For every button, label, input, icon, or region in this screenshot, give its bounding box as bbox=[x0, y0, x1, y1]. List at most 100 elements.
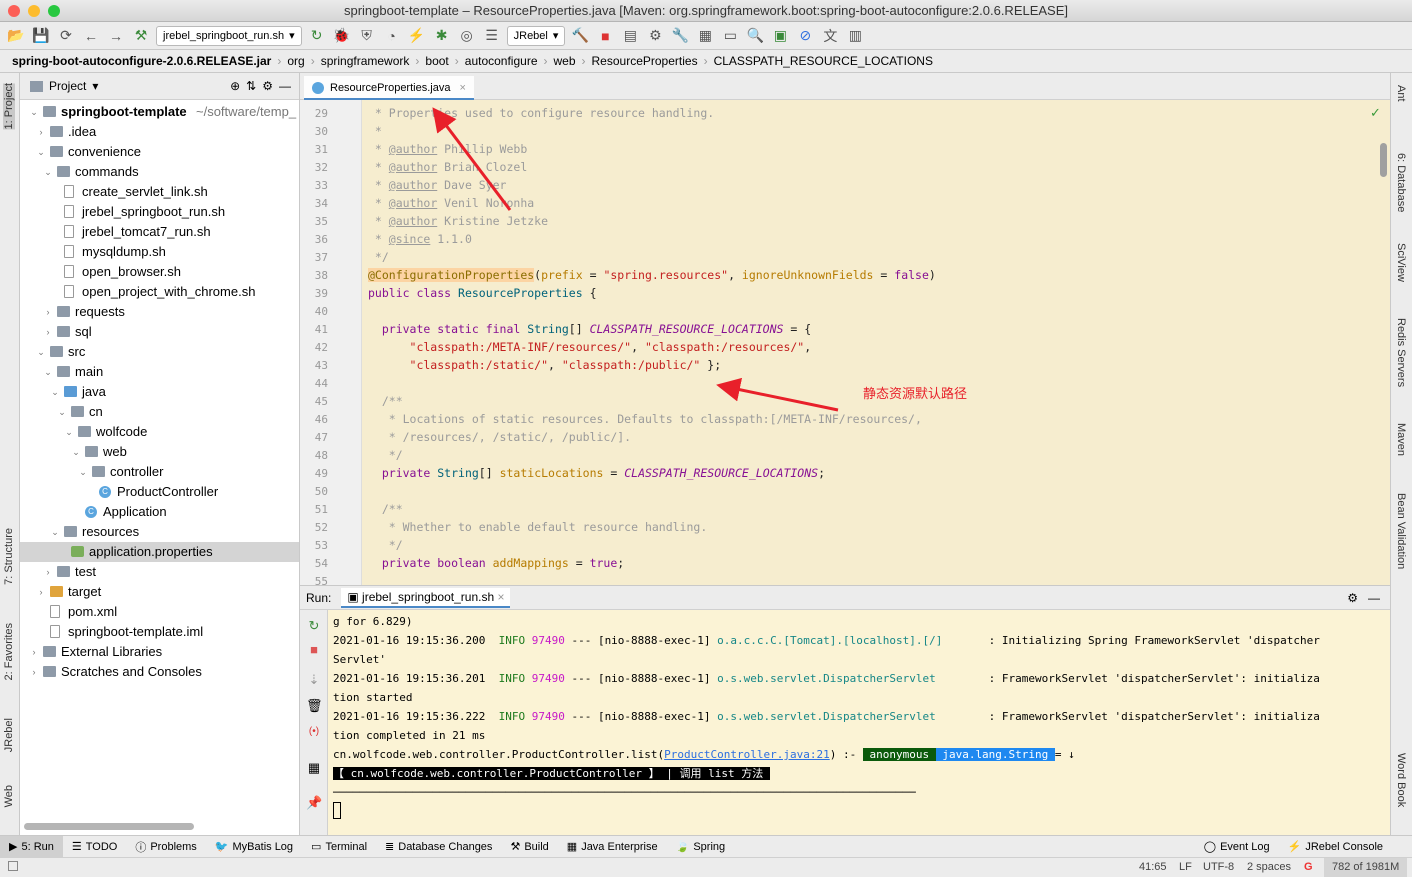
chevron-down-icon[interactable]: ⌄ bbox=[50, 522, 60, 542]
breadcrumb-item[interactable]: ResourceProperties bbox=[592, 54, 698, 68]
build-icon[interactable]: ⚒ bbox=[131, 26, 151, 46]
maven-icon[interactable]: ⚙ bbox=[645, 26, 665, 46]
project-view-select[interactable]: Project bbox=[49, 79, 86, 93]
breadcrumb-item[interactable]: autoconfigure bbox=[465, 54, 538, 68]
chevron-down-icon[interactable]: ▾ bbox=[92, 79, 98, 93]
tree-item[interactable]: open_browser.sh bbox=[20, 262, 299, 282]
tree-item[interactable]: application.properties bbox=[20, 542, 299, 562]
project-structure-icon[interactable]: ▦ bbox=[695, 26, 715, 46]
tool-button[interactable]: ⚡ JRebel Console bbox=[1279, 836, 1392, 858]
tree-item[interactable]: mysqldump.sh bbox=[20, 242, 299, 262]
run-config-select[interactable]: jrebel_springboot_run.sh ▾ bbox=[156, 25, 302, 46]
tool-button[interactable]: 🐦 MyBatis Log bbox=[206, 836, 302, 858]
breadcrumb-item[interactable]: org bbox=[287, 54, 304, 68]
forward-icon[interactable]: → bbox=[106, 26, 126, 46]
close-icon[interactable]: × bbox=[460, 82, 466, 94]
tree-item[interactable]: jrebel_springboot_run.sh bbox=[20, 202, 299, 222]
tree-item[interactable]: ⌄ web bbox=[20, 442, 299, 462]
chevron-down-icon[interactable]: ⌄ bbox=[36, 342, 46, 362]
profile-icon[interactable]: ◔ bbox=[382, 26, 402, 46]
tree-item[interactable]: create_servlet_link.sh bbox=[20, 182, 299, 202]
tool-project[interactable]: 1: Project bbox=[3, 83, 15, 130]
sync-icon[interactable]: ⟳ bbox=[56, 26, 76, 46]
jrebel-run-icon[interactable]: ⚡ bbox=[407, 26, 427, 46]
debug-icon[interactable]: 🐞 bbox=[332, 26, 352, 46]
chevron-down-icon[interactable]: ⌄ bbox=[78, 462, 88, 482]
breadcrumb-item[interactable]: spring-boot-autoconfigure-2.0.6.RELEASE.… bbox=[12, 54, 271, 68]
line-separator[interactable]: LF bbox=[1179, 861, 1192, 873]
tree-item[interactable]: › target bbox=[20, 582, 299, 602]
tree-item[interactable]: › .idea bbox=[20, 122, 299, 142]
structure-icon[interactable]: ▤ bbox=[620, 26, 640, 46]
close-icon[interactable]: × bbox=[497, 590, 504, 604]
tree-item[interactable]: pom.xml bbox=[20, 602, 299, 622]
code-area[interactable]: * Properties used to configure resource … bbox=[300, 100, 1390, 585]
tab-resource-properties[interactable]: ResourceProperties.java × bbox=[304, 76, 474, 100]
gear-icon[interactable]: ⚙ bbox=[262, 79, 273, 93]
tree-item[interactable]: C ProductController bbox=[20, 482, 299, 502]
tree-item[interactable]: ⌄ commands bbox=[20, 162, 299, 182]
tree-item[interactable]: ⌄ main bbox=[20, 362, 299, 382]
tool-button[interactable]: ▶ 5: Run bbox=[0, 835, 63, 858]
maximize-window-button[interactable] bbox=[48, 5, 60, 17]
tree-item[interactable]: › sql bbox=[20, 322, 299, 342]
breadcrumb-item[interactable]: web bbox=[554, 54, 576, 68]
tool-button[interactable]: ≣ Database Changes bbox=[376, 836, 501, 858]
no-entry-icon[interactable]: ⊘ bbox=[795, 26, 815, 46]
editor-scrollbar[interactable] bbox=[1380, 143, 1387, 177]
minimize-window-button[interactable] bbox=[28, 5, 40, 17]
chevron-down-icon[interactable]: ⌄ bbox=[50, 382, 60, 402]
chevron-right-icon[interactable]: › bbox=[29, 642, 39, 662]
tool-redis[interactable]: Redis Servers bbox=[1395, 318, 1407, 387]
tree-item[interactable]: ⌄ java bbox=[20, 382, 299, 402]
stop-icon[interactable]: ■ bbox=[595, 26, 615, 46]
rerun-icon[interactable]: ↻ bbox=[307, 26, 327, 46]
tree-item[interactable]: ⌄ convenience bbox=[20, 142, 299, 162]
source-link[interactable]: ProductController.java:21 bbox=[664, 748, 830, 761]
chevron-down-icon[interactable]: ⌄ bbox=[64, 422, 74, 442]
close-window-button[interactable] bbox=[8, 5, 20, 17]
chevron-down-icon[interactable]: ⌄ bbox=[36, 142, 46, 162]
run-tab[interactable]: ▣ jrebel_springboot_run.sh × bbox=[341, 587, 511, 608]
tree-item[interactable]: › External Libraries bbox=[20, 642, 299, 662]
tool-button[interactable]: ▭ Terminal bbox=[302, 836, 376, 858]
collapse-icon[interactable]: ⇅ bbox=[246, 79, 256, 93]
tool-bean-validation[interactable]: Bean Validation bbox=[1395, 493, 1407, 569]
open-icon[interactable]: 📂 bbox=[6, 26, 26, 46]
chevron-right-icon[interactable]: › bbox=[43, 322, 53, 342]
chevron-down-icon[interactable]: ⌄ bbox=[29, 102, 39, 122]
indent-setting[interactable]: 2 spaces bbox=[1247, 861, 1291, 873]
tree-item[interactable]: springboot-template.iml bbox=[20, 622, 299, 642]
chevron-right-icon[interactable]: › bbox=[29, 662, 39, 682]
tree-item[interactable]: ⌄ controller bbox=[20, 462, 299, 482]
console-cursor[interactable] bbox=[333, 802, 341, 819]
file-encoding[interactable]: UTF-8 bbox=[1203, 861, 1234, 873]
chevron-down-icon[interactable]: ⌄ bbox=[43, 362, 53, 382]
tool-button[interactable]: ▦ Java Enterprise bbox=[558, 836, 667, 858]
chevron-down-icon[interactable]: ⌄ bbox=[71, 442, 81, 462]
tree-item[interactable]: ⌄ wolfcode bbox=[20, 422, 299, 442]
console-output[interactable]: g for 6.829) 2021-01-16 19:15:36.200 INFO… bbox=[300, 610, 1378, 835]
caret-position[interactable]: 41:65 bbox=[1139, 861, 1167, 873]
memory-indicator[interactable]: 782 of 1981M bbox=[1324, 858, 1408, 877]
tree-item[interactable]: ⌄ cn bbox=[20, 402, 299, 422]
tree-item[interactable]: C Application bbox=[20, 502, 299, 522]
wrench-icon[interactable]: 🔧 bbox=[670, 26, 690, 46]
search-icon[interactable]: 🔍 bbox=[745, 26, 765, 46]
tasks-icon[interactable]: ☰ bbox=[482, 26, 502, 46]
breadcrumb-item[interactable]: springframework bbox=[321, 54, 410, 68]
tool-database[interactable]: 6: Database bbox=[1395, 153, 1407, 212]
back-icon[interactable]: ← bbox=[81, 26, 101, 46]
hide-icon[interactable]: — bbox=[279, 79, 291, 93]
chevron-down-icon[interactable]: ⌄ bbox=[43, 162, 53, 182]
hide-icon[interactable]: — bbox=[1368, 591, 1380, 605]
jrebel-debug-icon[interactable]: ✱ bbox=[432, 26, 452, 46]
breadcrumb-item[interactable]: CLASSPATH_RESOURCE_LOCATIONS bbox=[714, 54, 933, 68]
chevron-right-icon[interactable]: › bbox=[43, 302, 53, 322]
jrebel-select[interactable]: JRebel ▾ bbox=[506, 25, 566, 46]
attach-icon[interactable]: ◎ bbox=[457, 26, 477, 46]
coverage-icon[interactable]: ⛨ bbox=[357, 26, 377, 46]
chevron-right-icon[interactable]: › bbox=[36, 582, 46, 602]
tool-word-book[interactable]: Word Book bbox=[1395, 753, 1407, 807]
chevron-right-icon[interactable]: › bbox=[43, 562, 53, 582]
